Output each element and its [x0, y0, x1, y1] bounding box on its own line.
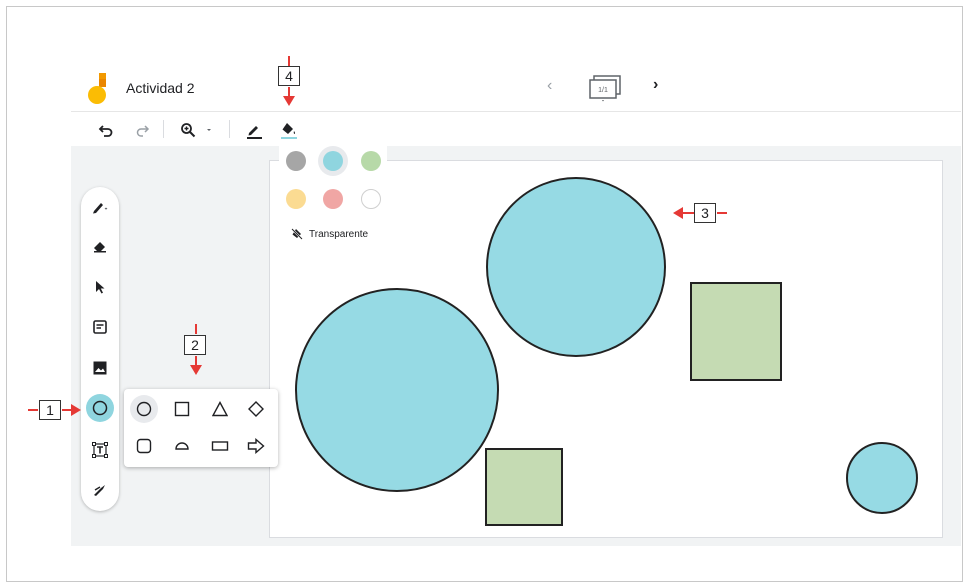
marker-icon	[91, 199, 109, 215]
text-box-icon	[92, 442, 108, 458]
eraser-icon	[92, 239, 108, 253]
callout-4: 4	[278, 66, 300, 86]
app-header: Actividad 2 ‹ 1/1 ›	[71, 67, 961, 111]
shape-square-option[interactable]	[168, 395, 196, 423]
callout-4-arrowhead	[283, 96, 295, 106]
zoom-menu-chevron-down-icon[interactable]	[203, 119, 215, 141]
callout-3: 3	[694, 203, 716, 223]
shape-tool[interactable]	[86, 394, 114, 422]
toolbar	[71, 111, 961, 146]
pen-tool[interactable]	[86, 193, 114, 221]
pen-color-icon[interactable]	[243, 119, 265, 141]
bottom-green-square	[485, 448, 563, 526]
transparent-label: Transparente	[309, 228, 369, 240]
tool-rail	[81, 187, 119, 511]
shape-rectangle-option[interactable]	[206, 432, 234, 460]
shape-arrow-option[interactable]	[242, 432, 270, 460]
image-icon	[93, 361, 107, 375]
small-cyan-circle	[846, 442, 918, 514]
zoom-in-icon[interactable]	[177, 119, 199, 141]
shape-picker-popup	[124, 389, 278, 467]
cursor-icon	[94, 280, 106, 294]
toolbar-divider	[163, 120, 164, 138]
color-swatch-gray[interactable]	[286, 151, 306, 171]
eraser-tool[interactable]	[86, 232, 114, 260]
jamboard-logo	[85, 73, 113, 105]
color-swatch-green[interactable]	[361, 151, 381, 171]
callout-3-line-right	[717, 212, 727, 214]
right-green-square	[690, 282, 782, 381]
callout-1: 1	[39, 400, 61, 420]
select-tool[interactable]	[86, 273, 114, 301]
shape-circle-option[interactable]	[130, 395, 158, 423]
shape-semicircle-option[interactable]	[168, 432, 196, 460]
frame-counter: 1/1	[598, 87, 608, 94]
undo-icon[interactable]	[95, 119, 117, 141]
circle-icon	[92, 400, 108, 416]
redo-icon[interactable]	[131, 119, 153, 141]
color-swatch-pink[interactable]	[323, 189, 343, 209]
transparent-option[interactable]: Transparente	[291, 228, 368, 240]
sticky-note-tool[interactable]	[86, 313, 114, 341]
top-cyan-circle	[486, 177, 666, 357]
large-cyan-circle	[295, 288, 499, 492]
no-fill-icon	[291, 228, 303, 240]
document-title[interactable]: Actividad 2	[126, 80, 194, 96]
shape-triangle-option[interactable]	[206, 395, 234, 423]
previous-frame-button[interactable]: ‹	[547, 77, 552, 95]
color-swatch-cyan[interactable]	[323, 151, 343, 171]
sticky-note-icon	[93, 320, 107, 334]
shape-diamond-option[interactable]	[242, 395, 270, 423]
laser-icon	[92, 483, 108, 497]
laser-tool[interactable]	[86, 476, 114, 504]
callout-2-arrowhead	[190, 365, 202, 375]
toolbar-divider	[229, 120, 230, 138]
callout-4-line-top	[288, 56, 290, 66]
next-frame-button[interactable]: ›	[653, 76, 658, 94]
callout-3-line-left	[682, 212, 694, 214]
text-box-tool[interactable]	[86, 436, 114, 464]
callout-1-line-left	[28, 409, 38, 411]
frame-bar-button[interactable]: 1/1	[586, 73, 624, 103]
color-swatch-white[interactable]	[361, 189, 381, 209]
color-swatch-yellow[interactable]	[286, 189, 306, 209]
callout-2: 2	[184, 335, 206, 355]
fill-bucket-icon[interactable]	[278, 119, 300, 141]
fill-color-popup: Transparente	[279, 142, 387, 246]
shape-rounded-square-option[interactable]	[130, 432, 158, 460]
callout-2-line-top	[195, 324, 197, 334]
callout-1-arrowhead	[71, 404, 81, 416]
image-tool[interactable]	[86, 354, 114, 382]
